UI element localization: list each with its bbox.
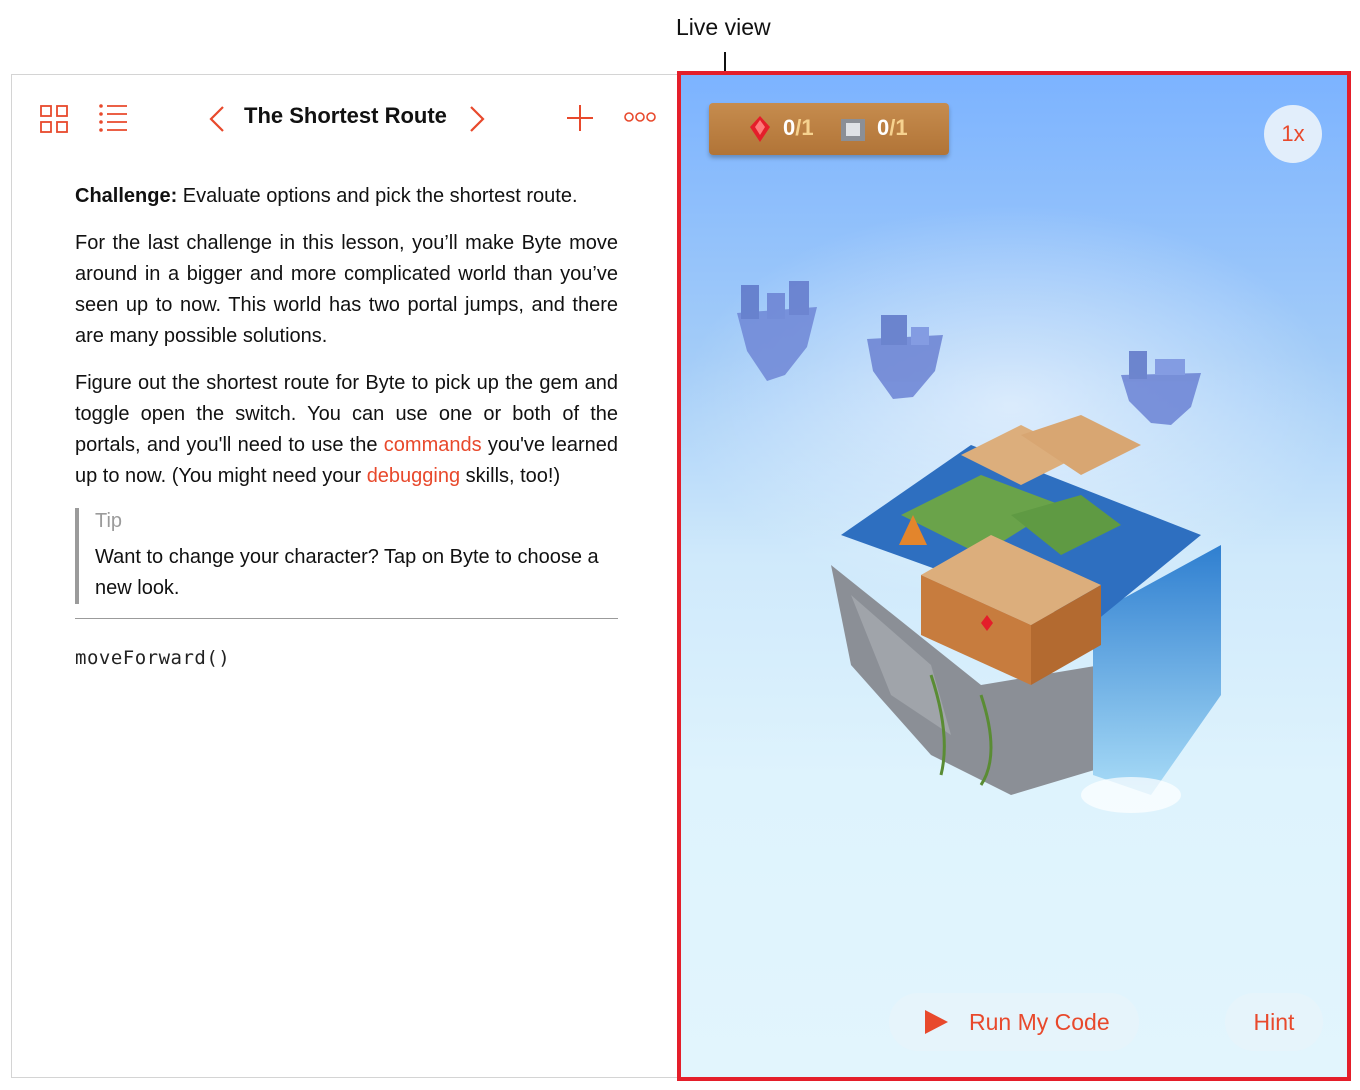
list-icon[interactable] — [98, 103, 128, 133]
gem-total-value: /1 — [795, 115, 814, 140]
page-title: The Shortest Route — [244, 103, 447, 128]
instruction-paragraph: Figure out the shortest route for Byte t… — [75, 368, 618, 492]
chevron-right-icon[interactable] — [468, 105, 486, 133]
puzzle-world-scene[interactable] — [681, 75, 1347, 1077]
challenge-paragraph: Challenge: Evaluate options and pick the… — [75, 181, 618, 212]
commands-link[interactable]: commands — [384, 434, 482, 456]
goal-counter-board: 0/1 0/1 — [709, 103, 949, 155]
editor-panel: The Shortest Route Challenge: Evaluate o… — [11, 74, 679, 1078]
switch-counter: 0/1 — [877, 115, 908, 141]
gem-collected-value: 0 — [783, 115, 796, 140]
speed-button[interactable]: 1x — [1264, 105, 1322, 163]
switch-icon — [841, 119, 865, 141]
chevron-left-icon[interactable] — [208, 105, 226, 133]
tip-text: Want to change your character? Tap on By… — [95, 546, 599, 599]
hint-button[interactable]: Hint — [1225, 993, 1323, 1051]
tip-label: Tip — [95, 510, 123, 532]
live-view[interactable]: 0/1 0/1 1x Run My Code Hint — [677, 71, 1351, 1081]
switch-toggled-value: 0 — [877, 115, 890, 140]
more-icon[interactable] — [624, 110, 656, 124]
switch-total-value: /1 — [889, 115, 908, 140]
live-view-callout-label: Live view — [676, 14, 771, 40]
run-my-code-button[interactable]: Run My Code — [889, 993, 1139, 1051]
grid-icon[interactable] — [40, 105, 68, 133]
challenge-text: Evaluate options and pick the shortest r… — [177, 185, 578, 207]
run-my-code-label: Run My Code — [969, 1009, 1110, 1035]
plus-icon[interactable] — [566, 104, 594, 132]
prose-content: Challenge: Evaluate options and pick the… — [75, 181, 618, 674]
instruction-text-3: skills, too!) — [460, 465, 561, 487]
gem-counter: 0/1 — [783, 115, 814, 141]
toolbar: The Shortest Route — [12, 75, 679, 161]
gem-icon — [750, 116, 770, 142]
play-icon — [925, 1010, 948, 1034]
tip-callout: Tip Want to change your character? Tap o… — [75, 508, 618, 604]
intro-paragraph: For the last challenge in this lesson, y… — [75, 232, 618, 347]
code-editor-line[interactable]: moveForward() — [75, 643, 618, 674]
divider — [75, 618, 618, 619]
debugging-link[interactable]: debugging — [367, 465, 460, 487]
challenge-label: Challenge: — [75, 185, 178, 207]
